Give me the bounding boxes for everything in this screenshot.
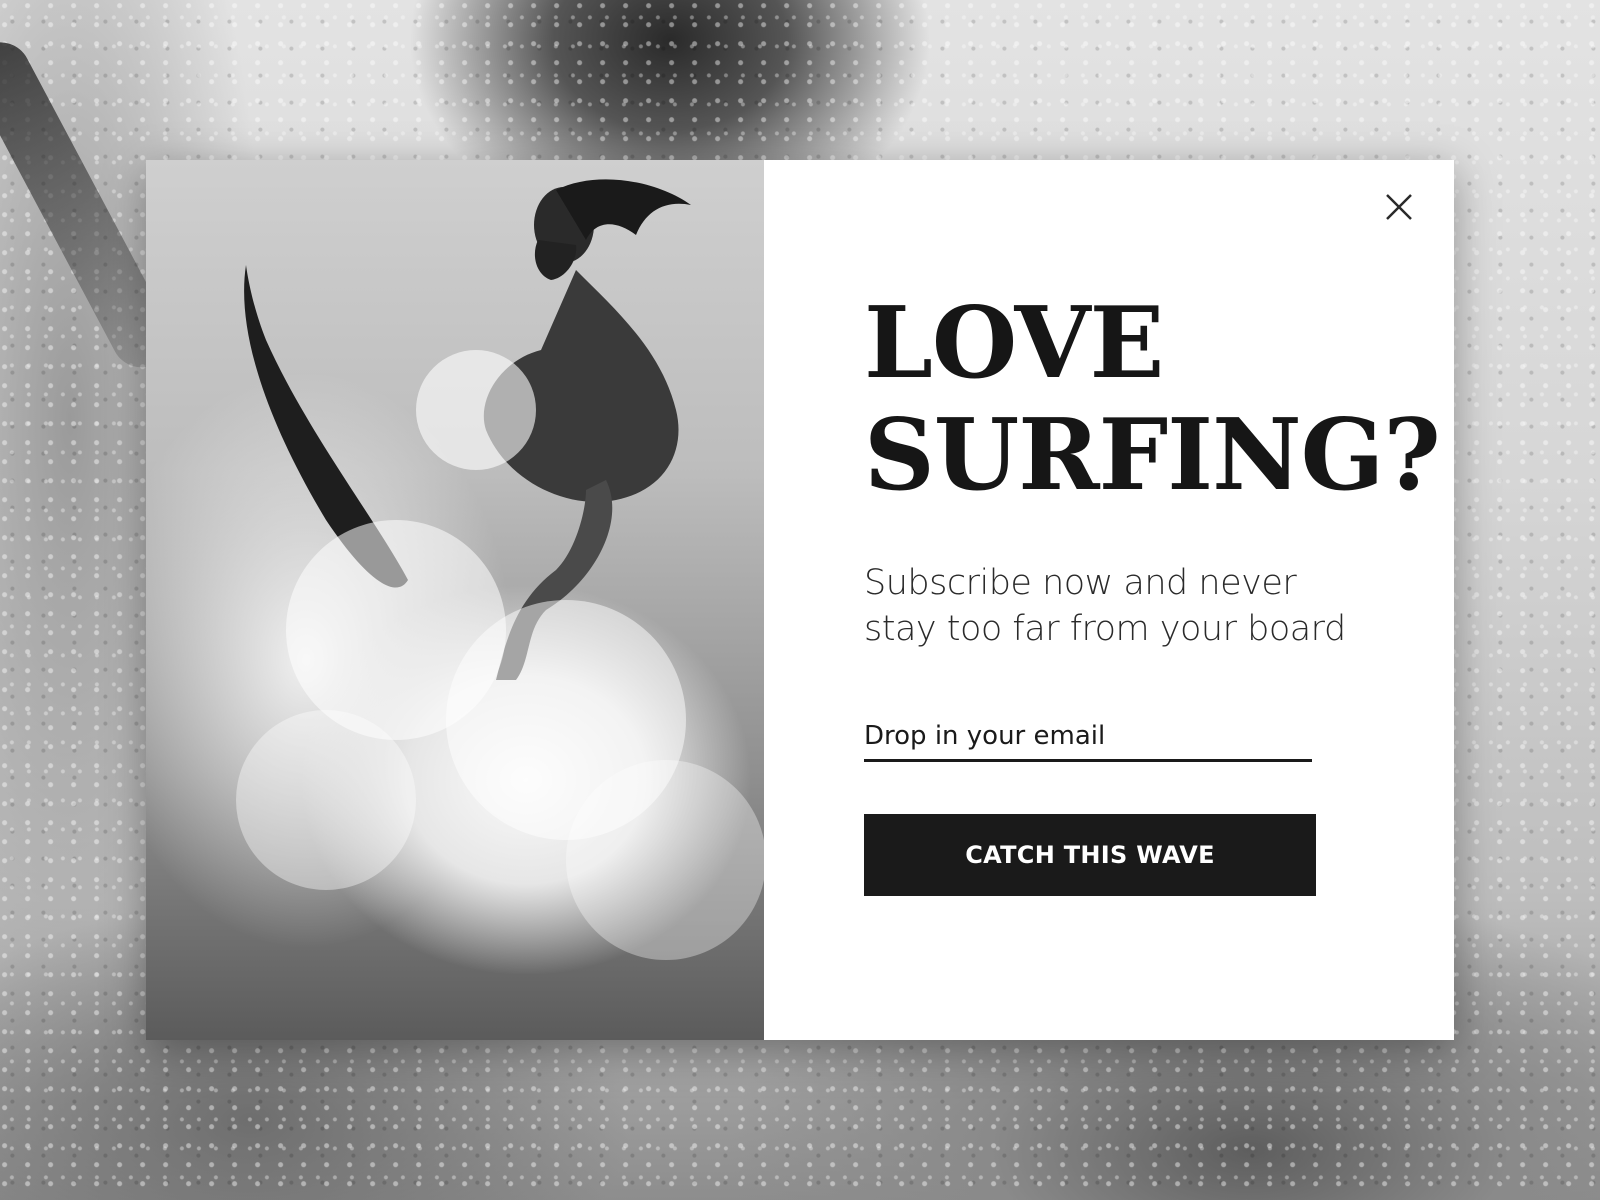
subscribe-popup: LOVE SURFING? Subscribe now and never st…: [146, 160, 1454, 1040]
headline-line-1: LOVE: [864, 286, 1164, 401]
headline-line-2: SURFING?: [864, 398, 1441, 513]
catch-this-wave-button[interactable]: CATCH THIS WAVE: [864, 814, 1316, 896]
surfer-photo: [146, 160, 764, 1040]
headline: LOVE SURFING?: [864, 286, 1441, 513]
subtitle: Subscribe now and never stay too far fro…: [864, 563, 1346, 649]
email-field[interactable]: [864, 712, 1312, 762]
content-panel: LOVE SURFING? Subscribe now and never st…: [764, 160, 1454, 1040]
close-button[interactable]: [1382, 190, 1416, 224]
close-icon: [1386, 194, 1412, 220]
surfer-illustration: [236, 179, 764, 960]
